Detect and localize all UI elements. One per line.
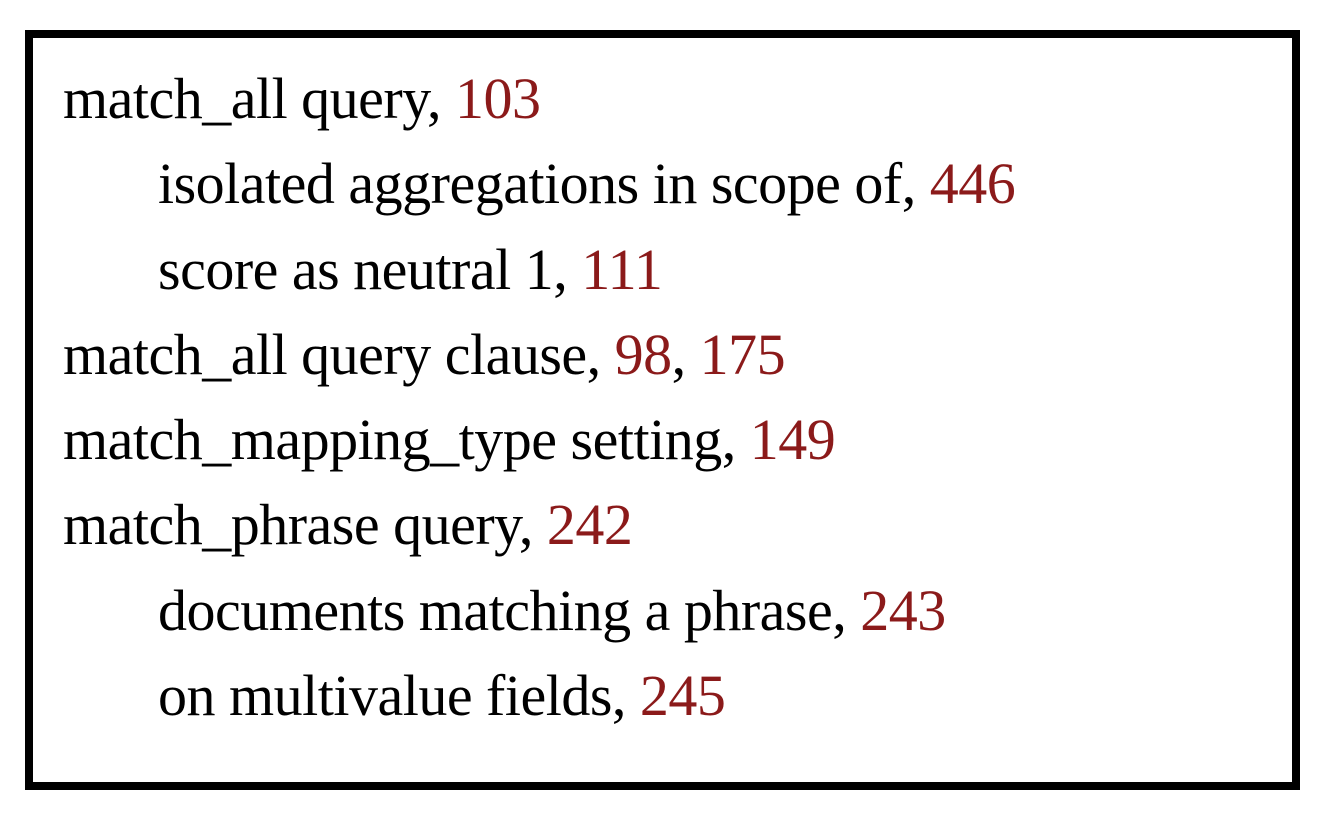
index-container: match_all query, 103 isolated aggregatio… (25, 30, 1300, 790)
separator: , (427, 66, 455, 131)
entry-text: match_all query clause (63, 322, 587, 387)
index-entry: match_all query, 103 (63, 56, 1262, 141)
page-reference[interactable]: 446 (930, 151, 1016, 216)
separator: , (902, 151, 930, 216)
page-reference[interactable]: 149 (750, 407, 836, 472)
page-reference[interactable]: 242 (547, 492, 633, 557)
index-subentry: documents matching a phrase, 243 (63, 568, 1262, 653)
page-reference[interactable]: 98 (615, 322, 672, 387)
page-reference[interactable]: 243 (860, 578, 946, 643)
index-entry: match_all query clause, 98, 175 (63, 312, 1262, 397)
index-entry: match_mapping_type setting, 149 (63, 397, 1262, 482)
separator: , (612, 663, 640, 728)
separator: , (553, 237, 581, 302)
page-reference[interactable]: 103 (455, 66, 541, 131)
entry-text: isolated aggregations in scope of (158, 151, 902, 216)
separator: , (519, 492, 547, 557)
page-reference[interactable]: 245 (640, 663, 726, 728)
separator: , (722, 407, 750, 472)
index-subentry: score as neutral 1, 111 (63, 227, 1262, 312)
entry-text: on multivalue fields (158, 663, 612, 728)
index-subentry: on multivalue fields, 245 (63, 653, 1262, 738)
entry-text: match_phrase query (63, 492, 519, 557)
page-reference[interactable]: 111 (581, 237, 662, 302)
page-reference[interactable]: 175 (700, 322, 786, 387)
separator: , (672, 322, 700, 387)
index-subentry: isolated aggregations in scope of, 446 (63, 141, 1262, 226)
separator: , (587, 322, 615, 387)
entry-text: documents matching a phrase (158, 578, 832, 643)
entry-text: match_mapping_type setting (63, 407, 722, 472)
separator: , (832, 578, 860, 643)
entry-text: score as neutral 1 (158, 237, 553, 302)
index-entry: match_phrase query, 242 (63, 482, 1262, 567)
entry-text: match_all query (63, 66, 427, 131)
